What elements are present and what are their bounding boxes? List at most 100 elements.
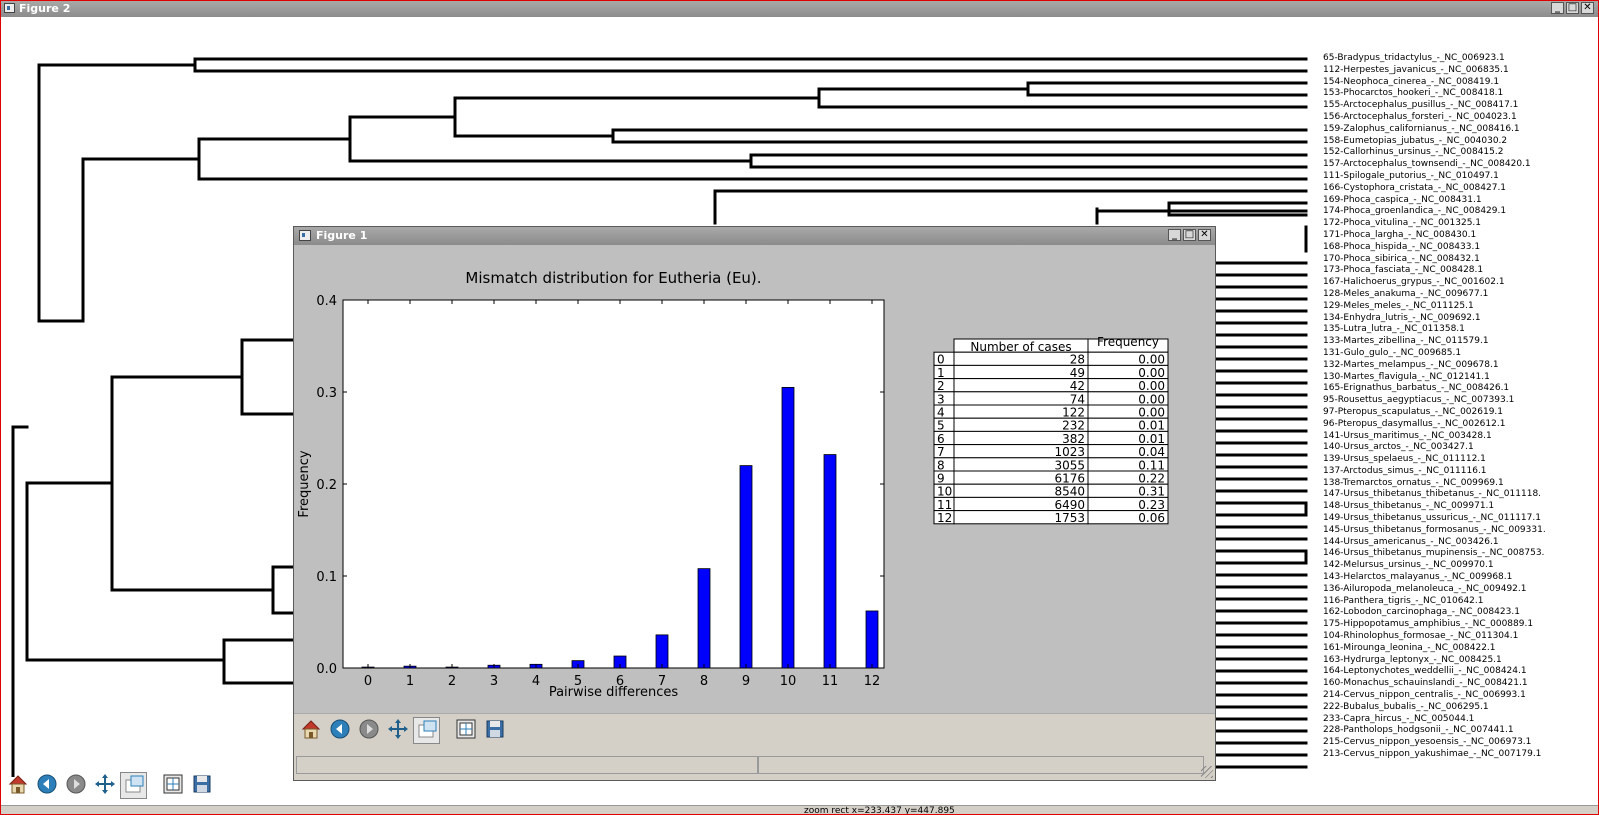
- close-button[interactable]: ✕: [1581, 2, 1594, 14]
- minimize-button[interactable]: _: [1551, 2, 1564, 14]
- leaf-label: 161-Mirounga_leonina_-_NC_008422.1: [1323, 642, 1496, 653]
- table-cases: 74: [1070, 392, 1085, 406]
- x-tick-label: 4: [532, 674, 540, 689]
- leaf-label: 157-Arctocephalus_townsendi_-_NC_008420.…: [1323, 159, 1531, 170]
- leaf-label: 97-Pteropus_scapulatus_-_NC_002619.1: [1323, 406, 1504, 417]
- table-frequency: 0.23: [1138, 498, 1165, 512]
- figure-1-titlebar[interactable]: Figure 1 _ □ ✕: [294, 227, 1215, 245]
- maximize-button[interactable]: □: [1566, 2, 1579, 14]
- y-tick-label: 0.1: [316, 570, 337, 585]
- table-frequency: 0.00: [1138, 379, 1165, 393]
- table-frequency: 0.06: [1138, 511, 1165, 525]
- resize-grip[interactable]: [1201, 766, 1213, 778]
- leaf-label: 163-Hydrurga_leptonyx_-_NC_008425.1: [1323, 654, 1502, 665]
- leaf-label: 159-Zalophus_californianus_-_NC_008416.1: [1323, 123, 1520, 134]
- leaf-label: 165-Erignathus_barbatus_-_NC_008426.1: [1323, 383, 1510, 394]
- zoom-button[interactable]: [413, 717, 440, 744]
- leaf-label: 213-Cervus_nippon_yakushimae_-_NC_007179…: [1323, 749, 1542, 760]
- zoom-button[interactable]: [120, 772, 147, 799]
- maximize-button[interactable]: □: [1183, 229, 1196, 241]
- table-row-index: 9: [937, 472, 945, 486]
- table-row-index: 10: [937, 485, 952, 499]
- leaf-label: 148-Ursus_thibetanus_-_NC_009971.1: [1323, 501, 1495, 512]
- subplots-button[interactable]: [452, 717, 479, 744]
- table-row-index: 3: [937, 392, 945, 406]
- leaf-label: 146-Ursus_thibetanus_mupinensis_-_NC_008…: [1323, 548, 1545, 559]
- leaf-label: 95-Rousettus_aegyptiacus_-_NC_007393.1: [1323, 395, 1515, 406]
- leaf-label: 175-Hippopotamus_amphibius_-_NC_000889.1: [1323, 619, 1534, 630]
- y-tick-label: 0.2: [316, 478, 337, 493]
- forward-button[interactable]: [355, 717, 382, 744]
- leaf-label: 168-Phoca_hispida_-_NC_008433.1: [1323, 241, 1481, 252]
- table-row-index: 4: [937, 406, 945, 420]
- bar: [823, 454, 837, 669]
- leaf-label: 152-Callorhinus_ursinus_-_NC_008415.2: [1323, 147, 1504, 158]
- leaf-label: 144-Ursus_americanus_-_NC_003426.1: [1323, 536, 1499, 547]
- leaf-label: 215-Cervus_nippon_yesoensis_-_NC_006973.…: [1323, 737, 1532, 748]
- leaf-label: 134-Enhydra_lutris_-_NC_009692.1: [1323, 312, 1481, 323]
- zoom-icon: [416, 718, 438, 744]
- table-cases: 42: [1070, 379, 1085, 393]
- pan-icon: [387, 718, 409, 744]
- table-frequency: 0.31: [1138, 485, 1165, 499]
- home-button[interactable]: [4, 772, 31, 799]
- table-cases: 8540: [1054, 485, 1085, 499]
- save-button[interactable]: [188, 772, 215, 799]
- leaf-label: 169-Phoca_caspica_-_NC_008431.1: [1323, 194, 1482, 205]
- pan-button[interactable]: [91, 772, 118, 799]
- minimize-button[interactable]: _: [1168, 229, 1181, 241]
- table-row-index: 6: [937, 432, 945, 446]
- pan-button[interactable]: [384, 717, 411, 744]
- table-cell: [953, 351, 1089, 366]
- home-icon: [300, 718, 322, 744]
- subplots-button[interactable]: [159, 772, 186, 799]
- leaf-label: 149-Ursus_thibetanus_ussuricus_-_NC_0111…: [1323, 513, 1541, 524]
- leaf-label: 96-Pteropus_dasymallus_-_NC_002612.1: [1323, 418, 1506, 429]
- leaf-label: 112-Herpestes_javanicus_-_NC_006835.1: [1323, 64, 1509, 75]
- save-button[interactable]: [481, 717, 508, 744]
- leaf-label: 222-Bubalus_bubalis_-_NC_006295.1: [1323, 701, 1489, 712]
- leaf-label: 162-Lobodon_carcinophaga_-_NC_008423.1: [1323, 607, 1520, 618]
- table-frequency: 0.11: [1138, 458, 1165, 472]
- status-field-left: [296, 756, 758, 774]
- subplots-icon: [455, 718, 477, 744]
- forward-button[interactable]: [62, 772, 89, 799]
- chart-title: Mismatch distribution for Eutheria (Eu).: [465, 269, 761, 287]
- app-icon: [299, 230, 311, 241]
- home-button[interactable]: [297, 717, 324, 744]
- x-tick-label: 8: [700, 674, 708, 689]
- table-frequency: 0.04: [1138, 445, 1165, 459]
- table-cell: [953, 391, 1089, 406]
- x-tick-label: 6: [616, 674, 624, 689]
- back-button[interactable]: [33, 772, 60, 799]
- leaf-label: 145-Ursus_thibetanus_formosanus_-_NC_009…: [1323, 524, 1546, 535]
- table-row-index: 1: [937, 366, 945, 380]
- table-cases: 28: [1070, 353, 1085, 367]
- figure-2-titlebar[interactable]: Figure 2 _ □ ✕: [1, 1, 1598, 17]
- leaf-label: 164-Leptonychotes_weddellii_-_NC_008424.…: [1323, 666, 1527, 677]
- leaf-label: 132-Martes_melampus_-_NC_009678.1: [1323, 359, 1499, 370]
- window-title: Figure 2: [19, 2, 71, 15]
- x-tick-label: 2: [448, 674, 456, 689]
- table-frequency: 0.00: [1138, 366, 1165, 380]
- toolbar-separator: [149, 772, 157, 804]
- back-icon: [329, 718, 351, 744]
- x-tick-label: 9: [742, 674, 750, 689]
- leaf-label: 214-Cervus_nippon_centralis_-_NC_006993.…: [1323, 690, 1526, 701]
- leaf-label: 167-Halichoerus_grypus_-_NC_001602.1: [1323, 277, 1505, 288]
- leaf-label: 160-Monachus_schauinslandi_-_NC_008421.1: [1323, 678, 1528, 689]
- x-tick-label: 11: [822, 674, 839, 689]
- leaf-label: 136-Ailuropoda_melanoleuca_-_NC_009492.1: [1323, 583, 1527, 594]
- subplots-icon: [162, 773, 184, 799]
- table-frequency: 0.00: [1138, 392, 1165, 406]
- table-frequency: 0.22: [1138, 472, 1165, 486]
- bar: [865, 610, 879, 669]
- table-row-index: 12: [937, 511, 952, 525]
- table-row-index: 5: [937, 419, 945, 433]
- leaf-label: 153-Phocarctos_hookeri_-_NC_008418.1: [1323, 88, 1504, 99]
- back-button[interactable]: [326, 717, 353, 744]
- close-button[interactable]: ✕: [1198, 229, 1211, 241]
- figure-canvas[interactable]: Mismatch distribution for Eutheria (Eu).…: [294, 245, 1215, 713]
- leaf-label: 228-Pantholops_hodgsonii_-_NC_007441.1: [1323, 725, 1514, 736]
- table-frequency: 0.00: [1138, 353, 1165, 367]
